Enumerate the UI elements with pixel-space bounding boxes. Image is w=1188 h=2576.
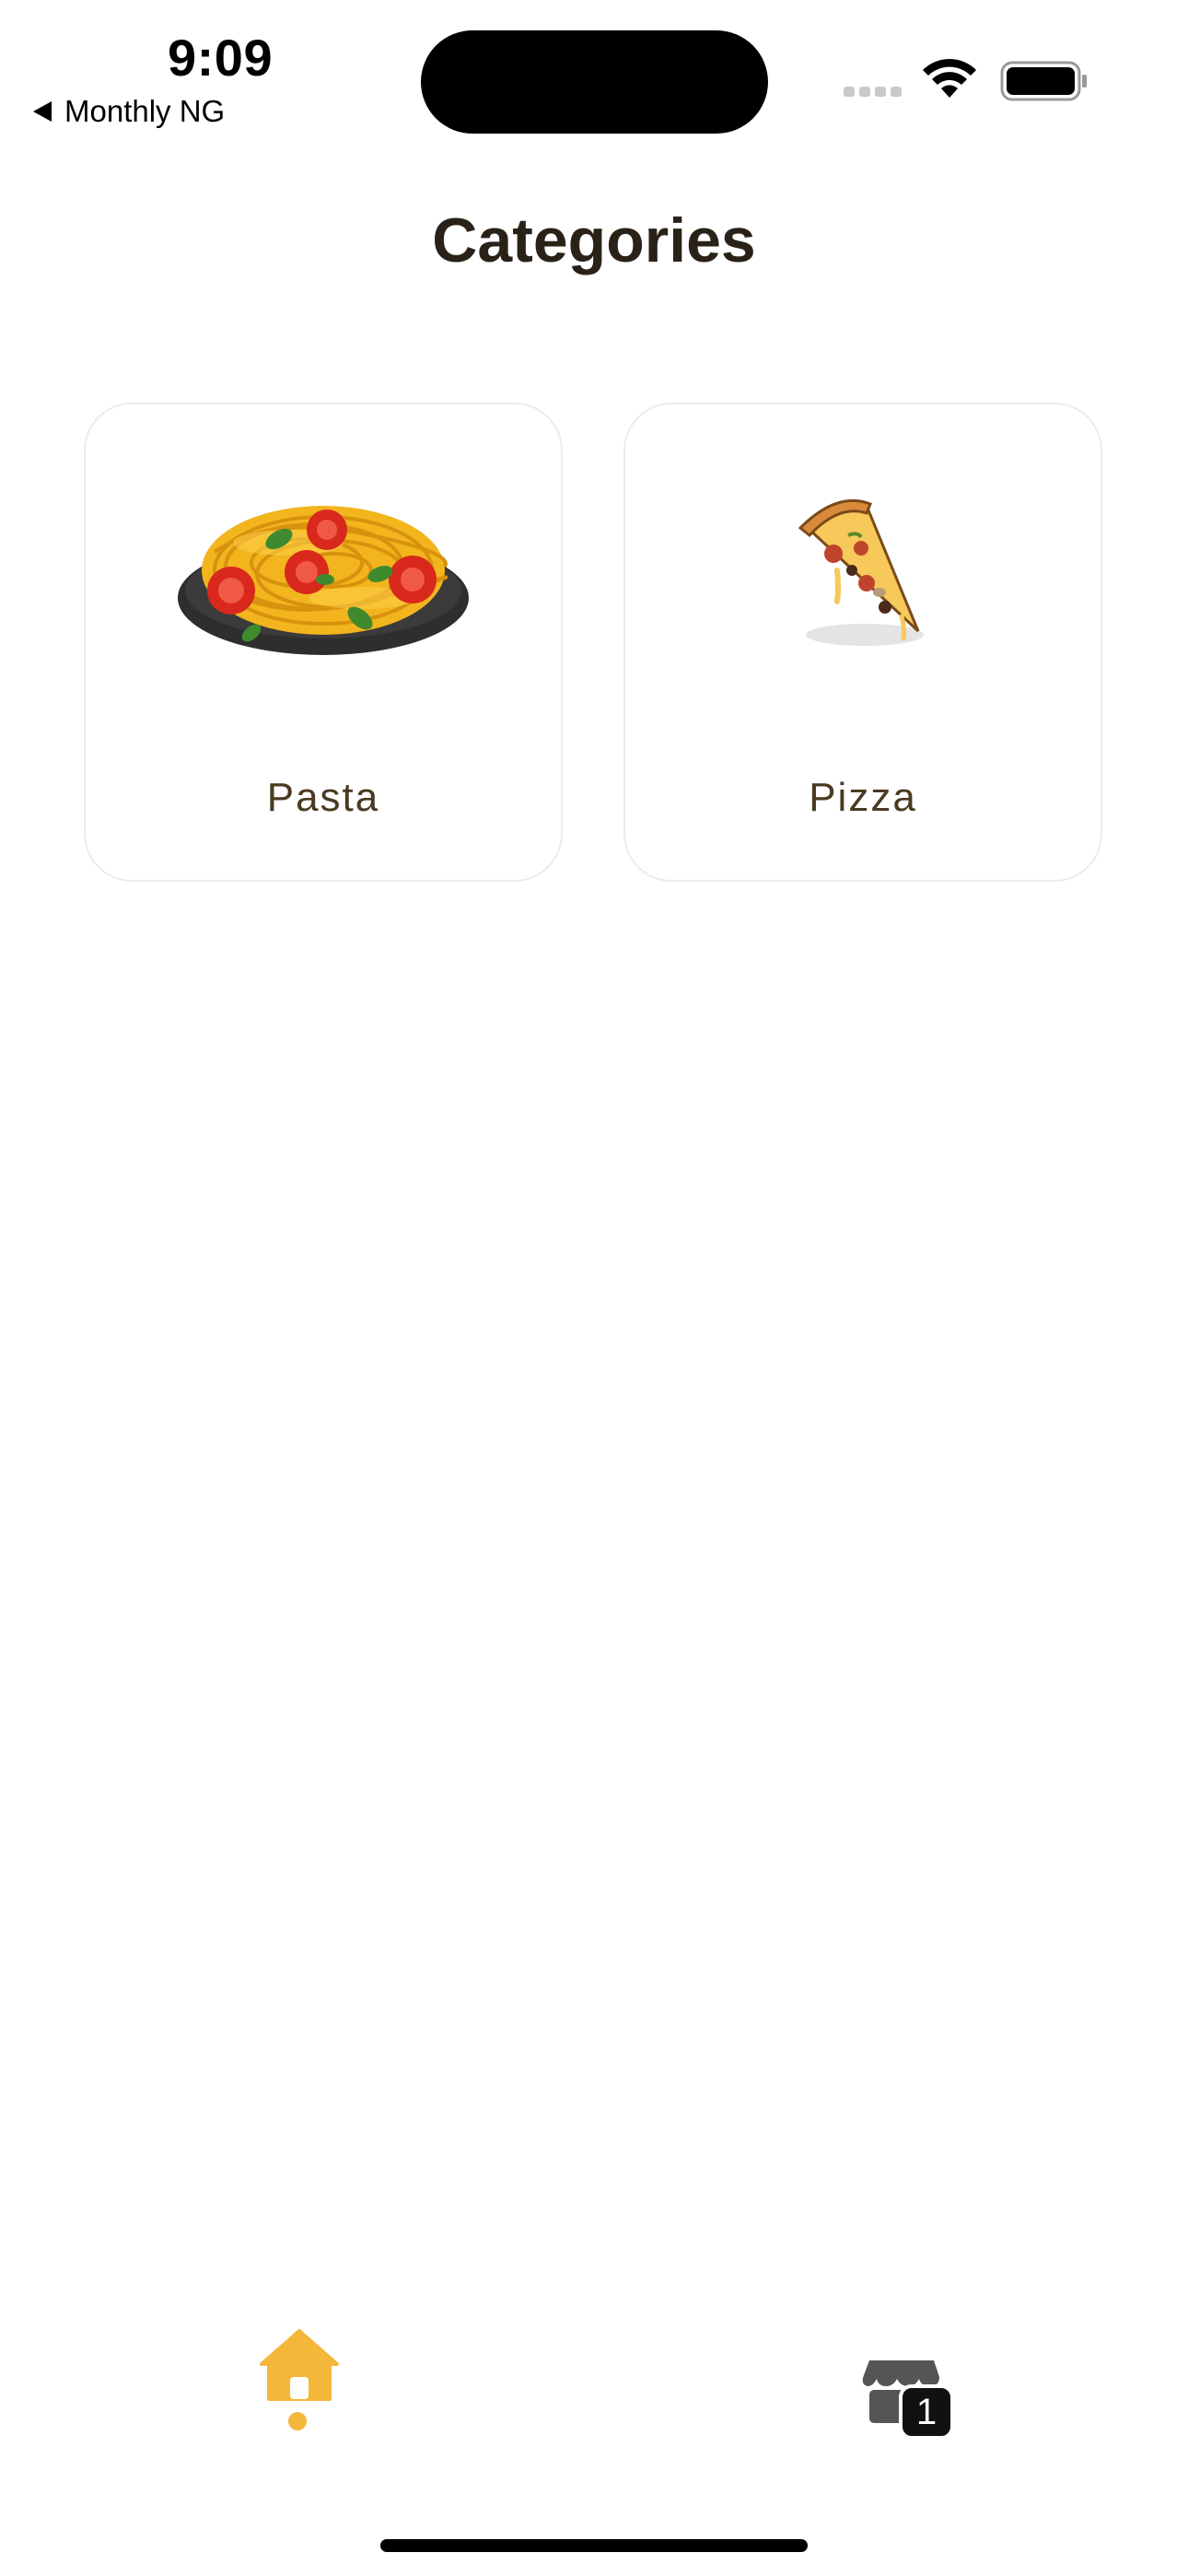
- category-label: Pasta: [266, 775, 380, 820]
- pizza-slice-icon: [798, 498, 924, 646]
- active-tab-indicator: [288, 2412, 307, 2430]
- page-title: Categories: [432, 205, 756, 275]
- cellular-signal-icon: [844, 87, 902, 97]
- category-card-pasta[interactable]: Pasta: [84, 403, 563, 882]
- battery-icon: [1000, 61, 1087, 101]
- back-app-label: Monthly NG: [64, 94, 226, 128]
- back-to-app-link[interactable]: Monthly NG: [33, 94, 225, 129]
- category-label: Pizza: [809, 775, 917, 820]
- dynamic-island: [421, 30, 768, 134]
- status-time: 9:09: [168, 29, 274, 87]
- back-triangle-icon: [33, 101, 52, 122]
- category-card-pizza[interactable]: Pizza: [623, 403, 1102, 882]
- spaghetti-plate-icon: [178, 506, 469, 655]
- cart-count-badge: 1: [899, 2384, 954, 2440]
- wifi-icon: [923, 58, 976, 98]
- home-indicator[interactable]: [380, 2539, 808, 2552]
